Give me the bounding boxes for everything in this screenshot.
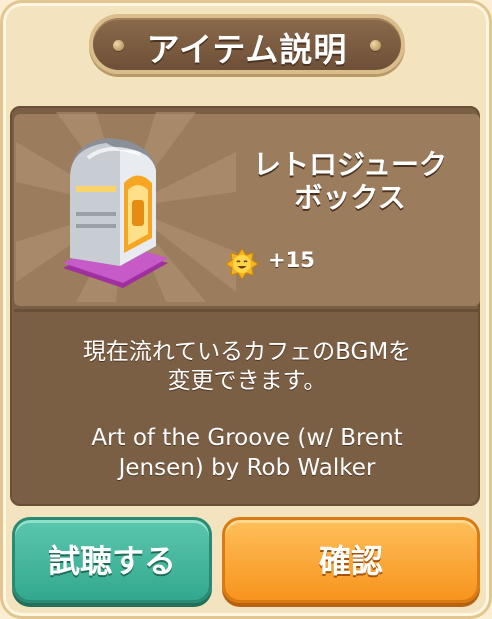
current-track: Art of the Groove (w/ Brent Jensen) by R… — [24, 423, 470, 483]
smiley-sun-icon — [225, 248, 259, 280]
retro-jukebox-image — [63, 138, 168, 288]
dialog-title: アイテム説明 — [146, 30, 348, 69]
track-line-2: Jensen) by Rob Walker — [118, 455, 376, 481]
confirm-button[interactable]: 確認 — [222, 517, 480, 603]
item-name-line-2: ボックス — [294, 181, 406, 214]
listen-button[interactable]: 試聴する — [12, 517, 212, 603]
title-plate: アイテム説明 — [89, 14, 405, 74]
bonus-value: +15 — [268, 248, 315, 272]
item-description: 現在流れているカフェのBGMを 変更できます。 — [24, 338, 470, 396]
item-name-line-1: レトロジューク — [252, 148, 448, 181]
item-name: レトロジューク ボックス — [230, 148, 470, 214]
section-divider — [14, 309, 480, 312]
description-line-2: 変更できます。 — [167, 368, 327, 394]
description-line-1: 現在流れているカフェのBGMを — [82, 339, 412, 365]
track-line-1: Art of the Groove (w/ Brent — [91, 425, 403, 451]
rivet-right — [370, 40, 381, 51]
